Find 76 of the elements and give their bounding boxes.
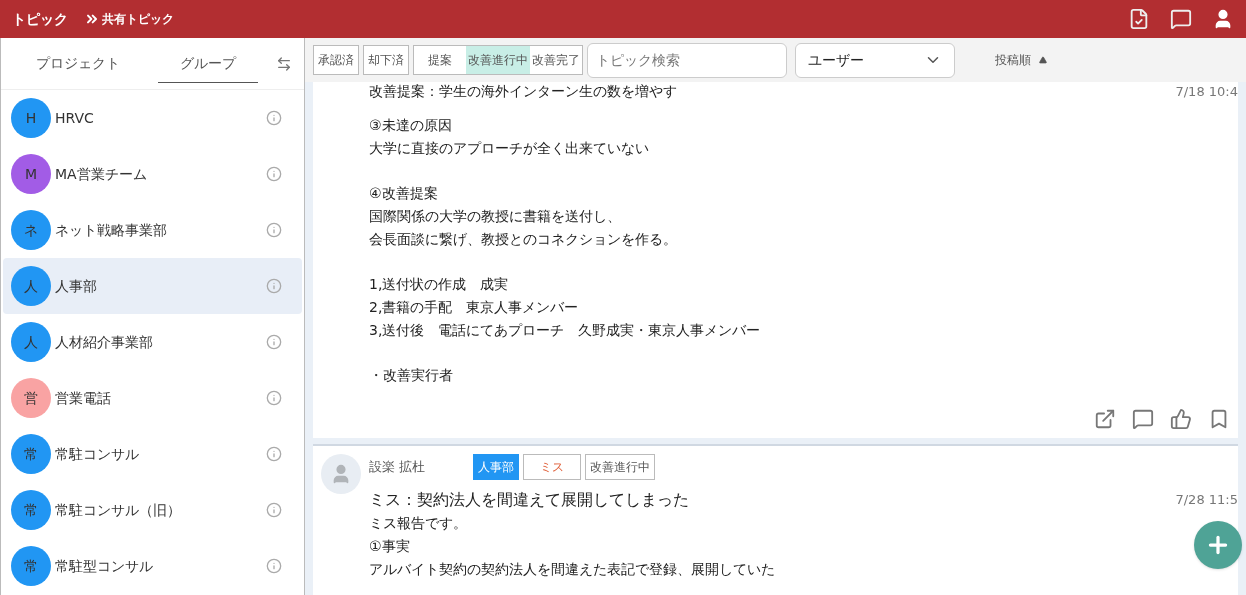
group-name: ネット戦略事業部	[55, 220, 167, 240]
status-filter-button[interactable]: 提案	[414, 46, 466, 74]
status-filter-button[interactable]: 改善完了	[530, 46, 582, 74]
filter-button[interactable]: 承認済	[313, 45, 359, 75]
body-line: ①事実	[369, 536, 410, 556]
search-field[interactable]: トピック検索	[587, 42, 787, 78]
chat-icon[interactable]	[1170, 8, 1192, 30]
group-avatar: 常	[11, 434, 51, 474]
tag: ミス	[523, 453, 581, 480]
sidebar-tab[interactable]: プロジェクト	[28, 45, 128, 82]
avatar-silhouette-icon	[321, 453, 361, 494]
group-item[interactable]: M MA営業チーム	[3, 146, 302, 202]
group-item[interactable]: ネ ネット戦略事業部	[3, 202, 302, 258]
post-title: ミス：契約法人を間違えて展開してしまった	[369, 488, 689, 511]
swap-icon[interactable]	[276, 55, 292, 72]
group-name: 常駐コンサル（旧）	[55, 500, 181, 520]
group-item[interactable]: 常 常駐型コンサル	[3, 538, 302, 594]
group-item[interactable]: 人 人事部	[3, 258, 302, 314]
filter-button[interactable]: 却下済	[363, 45, 409, 75]
group-name: 営業電話	[55, 388, 111, 408]
group-avatar: 営	[11, 378, 51, 418]
group-name: 人事部	[55, 276, 97, 296]
info-icon[interactable]	[266, 110, 282, 126]
thumbs-up-icon[interactable]	[1170, 407, 1192, 430]
group-name: MA営業チーム	[55, 164, 147, 184]
info-icon[interactable]	[266, 446, 282, 462]
group-avatar: 常	[11, 490, 51, 530]
group-item[interactable]: H HRVC	[3, 90, 302, 146]
breadcrumb-link[interactable]: 共有トピック	[102, 10, 174, 28]
user-select[interactable]: ユーザー	[795, 42, 955, 78]
comment-icon[interactable]	[1132, 407, 1154, 430]
sidebar-tab[interactable]: グループ	[158, 44, 258, 83]
tag: 人事部	[473, 453, 519, 480]
info-icon[interactable]	[266, 334, 282, 350]
group-name: 常駐型コンサル	[55, 556, 153, 576]
body-line: ミス報告です。	[369, 513, 467, 533]
body-line: 大学に直接のアプローチが全く出来ていない	[369, 138, 649, 158]
body-line: 国際関係の大学の教授に書籍を送付し、	[369, 206, 621, 226]
post-title: 改善提案：学生の海外インターン生の数を増やす	[369, 82, 677, 100]
info-icon[interactable]	[266, 222, 282, 238]
body-line: 3,送付後 電話にてあプローチ 久野成実・東京人事メンバー	[369, 320, 761, 340]
group-name: 人材紹介事業部	[55, 332, 153, 352]
group-avatar: H	[11, 98, 51, 138]
author-name: 設楽 拡杜	[369, 457, 427, 476]
group-avatar: 人	[11, 266, 51, 306]
body-line: ・改善実行者	[369, 365, 453, 385]
group-name: 常駐コンサル	[55, 444, 139, 464]
group-item[interactable]: 常 常駐コンサル	[3, 426, 302, 482]
info-icon[interactable]	[266, 558, 282, 574]
info-icon[interactable]	[266, 390, 282, 406]
info-icon[interactable]	[266, 502, 282, 518]
group-item[interactable]: 営 営業電話	[3, 370, 302, 426]
body-line: ④改善提案	[369, 183, 438, 203]
page-title: トピック	[12, 9, 68, 29]
body-line: 2,書籍の手配 東京人事メンバー	[369, 297, 579, 317]
group-avatar: M	[11, 154, 51, 194]
body-line: ③未達の原因	[369, 115, 452, 135]
body-line: 1,送付状の作成 成実	[369, 274, 509, 294]
group-item[interactable]: 常 常駐コンサル（旧）	[3, 482, 302, 538]
status-filter-button[interactable]: 改善進行中	[466, 46, 530, 74]
open-external-icon[interactable]	[1094, 407, 1116, 430]
group-avatar: ネ	[11, 210, 51, 250]
post-date: 7/28 11:5	[1175, 490, 1238, 509]
up-triangle-icon	[1039, 56, 1047, 64]
group-item[interactable]: 人 人材紹介事業部	[3, 314, 302, 370]
tag: 改善進行中	[585, 453, 655, 480]
body-line: アルバイト契約の契約法人を間違えた表記で登録、展開していた	[369, 559, 775, 579]
group-avatar: 常	[11, 546, 51, 586]
sort-button[interactable]: 投稿順	[995, 51, 1047, 69]
document-check-icon[interactable]	[1128, 8, 1150, 30]
group-avatar: 人	[11, 322, 51, 362]
info-icon[interactable]	[266, 278, 282, 294]
group-name: HRVC	[55, 108, 94, 128]
body-line: 会長面談に繋げ、教授とのコネクションを作る。	[369, 229, 677, 249]
post-date: 7/18 10:4	[1175, 83, 1238, 101]
info-icon[interactable]	[266, 166, 282, 182]
